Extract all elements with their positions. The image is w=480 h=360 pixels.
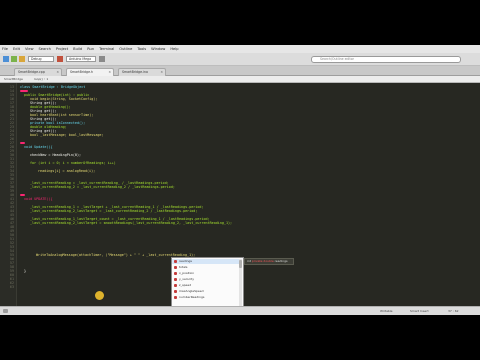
autocomplete-scroll-thumb[interactable] [239,260,242,268]
close-icon[interactable]: × [160,69,163,76]
code-line: _last_currentReading_2_lastTarget = smoo… [30,221,233,225]
status-writable: Writable [380,309,393,313]
menu-search[interactable]: Search [39,45,51,53]
menu-help[interactable]: Help [170,45,178,53]
ide-window: File Edit View Search Project Build Run … [0,45,480,315]
syntax-mark [20,142,25,144]
status-bar: Writable Smart Insert 37 : 62 [0,306,480,315]
tab-label: SmartBridge.h [70,70,94,74]
menu-bar: File Edit View Search Project Build Run … [0,45,480,53]
breadcrumb-symbol[interactable]: loop() ◦ 1 [34,76,48,83]
toolbar: Debug Arduino Mega Search/Outline editor [0,53,480,66]
status-insert-mode: Smart Insert [410,309,429,313]
code-line: class SmartBridge : BridgeObject [20,85,86,89]
debug-icon[interactable] [57,56,63,62]
settings-icon[interactable] [99,56,105,62]
status-cursor-position: 37 : 62 [448,309,459,313]
menu-terminal[interactable]: Terminal [99,45,114,53]
code-line: _last_currentReading_2 = _last_currentRe… [30,185,175,189]
menu-build[interactable]: Build [73,45,82,53]
syntax-mark [20,194,25,196]
search-input[interactable]: Search/Outline editor [311,56,461,63]
code-line: for (int i = 0; i < numberOfReadings; i+… [30,161,116,165]
upload-icon[interactable] [19,56,25,62]
autocomplete-item[interactable]: z_speed [172,283,240,288]
breadcrumb-file[interactable]: SmartBridge [4,76,23,83]
close-icon[interactable]: × [56,69,59,76]
autocomplete-item-label: y_velocity [179,277,194,281]
build-config-select[interactable]: Debug [28,56,54,62]
menu-window[interactable]: Window [151,45,165,53]
menu-run[interactable]: Run [87,45,94,53]
menu-outline[interactable]: Outline [119,45,132,53]
new-file-icon[interactable] [3,56,9,62]
autocomplete-item[interactable]: numberReadings [172,295,240,300]
code-line: void UPDATE(){ [24,197,53,201]
menu-file[interactable]: File [2,45,8,53]
tab-label: SmartBridge.cpp [18,70,45,74]
menu-view[interactable]: View [25,45,34,53]
autocomplete-item-label: z_speed [179,283,192,287]
tab-smartbridge-cpp[interactable]: SmartBridge.cpp × [14,68,62,76]
syntax-mark [20,90,28,92]
code-line: void Update(){ [24,145,53,149]
tab-smartbridge-ino[interactable]: SmartBridge.ino × [118,68,166,76]
code-line: _last_currentReading_2_lastTarget = _las… [30,209,198,213]
autocomplete-item-label: numberReadings [179,295,205,299]
autocomplete-item[interactable]: x_position [172,271,240,276]
field-icon [174,278,177,281]
close-icon[interactable]: × [108,69,111,76]
field-icon [174,290,177,293]
menu-tools[interactable]: Tools [137,45,146,53]
code-line: } [24,269,27,273]
hint-name: readings [273,259,288,263]
autocomplete-item[interactable]: readings [172,259,240,264]
autocomplete-item-label: x_position [179,271,195,275]
line-number: 63 [9,285,14,289]
board-select[interactable]: Arduino Mega [66,56,96,62]
status-icon [3,309,8,313]
tab-label: SmartBridge.ino [122,70,148,74]
autocomplete-item-label: readings [179,259,192,263]
field-icon [174,266,177,269]
code-line: readings[i] = analogRead(i); [38,169,96,173]
autocomplete-item-label: totals [179,265,188,269]
tab-bar: SmartBridge.cpp × SmartBridge.h × SmartBri… [0,66,480,76]
autocomplete-popup[interactable]: readings totals x_position y_velocity z_spee… [171,257,244,308]
mouse-cursor-highlight [95,291,104,300]
menu-project[interactable]: Project [56,45,68,53]
code-line: bool _lastMessage; bool_lastMessage; [30,133,104,137]
field-icon [174,260,177,263]
field-icon [174,284,177,287]
menu-edit[interactable]: Edit [13,45,20,53]
field-icon [174,296,177,299]
autocomplete-item[interactable]: totals [172,265,240,270]
build-icon[interactable] [11,56,17,62]
breadcrumb: SmartBridge loop() ◦ 1 [0,76,480,83]
hint-modifier: private double [251,259,274,263]
autocomplete-item[interactable]: y_velocity [172,277,240,282]
code-line: checkNew = HeadingPin(0); [30,153,82,157]
autocomplete-item-label: maxAngleSpeed [179,289,204,293]
tab-smartbridge-h[interactable]: SmartBridge.h × [66,68,114,76]
autocomplete-item[interactable]: maxAngleSpeed [172,289,240,294]
type-hint-tooltip: int private double readings [244,258,294,265]
field-icon [174,272,177,275]
